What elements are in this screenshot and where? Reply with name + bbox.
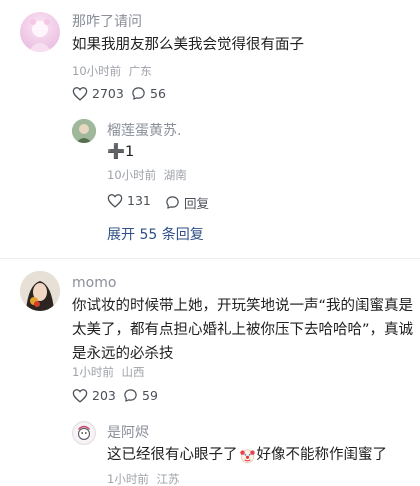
avatar-image [73,422,95,444]
like-button[interactable]: 203 [72,388,116,403]
avatar[interactable] [72,421,96,445]
comment-text-line: 太美了，都有点担心婚礼上被你压下去哈哈哈”，真诚 [72,322,414,338]
like-button[interactable]: 131 [107,193,151,208]
reply-text-part: 这已经很有心眼子了 [107,447,238,463]
comment-time: 1小时前 [72,365,114,379]
heart-icon [107,194,123,208]
reply-username[interactable]: 是阿烬 [107,424,149,442]
reply-location: 湖南 [163,168,187,182]
reply-count: 59 [142,388,158,403]
reply-meta: 10小时前 湖南 [107,168,187,182]
comment-location: 广东 [128,64,152,78]
comment-location: 山西 [121,365,145,379]
reply-location: 江苏 [156,472,180,486]
clown-emoji-icon [239,447,256,464]
avatar-image [72,119,96,143]
reply-count: 56 [150,86,166,101]
comment-username[interactable]: momo [72,274,116,292]
comment-username[interactable]: 那咋了请问 [72,13,142,31]
divider [0,258,420,259]
comment-text: 你试妆的时候带上她，开玩笑地说一声“我的闺蜜真是 太美了，都有点担心婚礼上被你压… [72,294,414,366]
avatar[interactable] [72,119,96,143]
reply-time: 1小时前 [107,472,149,486]
like-count: 203 [92,388,116,403]
comment-meta: 1小时前 山西 [72,365,144,379]
comment-text-line: 你试妆的时候带上她，开玩笑地说一声“我的闺蜜真是 [72,298,414,314]
reply-label: 回复 [184,196,210,211]
comment-bubble-icon [124,389,137,402]
avatar[interactable] [20,12,60,52]
reply-text-part: 好像不能称作闺蜜了 [256,447,388,463]
reply-text: ➕1 [107,144,135,160]
avatar[interactable] [20,271,60,311]
avatar-image [28,19,52,52]
like-count: 2703 [92,86,124,101]
reply-button[interactable]: 回复 [165,193,209,212]
expand-replies-link[interactable]: 展开 55 条回复 [107,224,204,244]
comment-time: 10小时前 [72,64,122,78]
heart-icon [72,389,88,403]
comment-text-line: 是永远的必杀技 [72,346,174,362]
comment-bubble-icon [132,87,145,100]
reply-button[interactable]: 56 [131,86,166,101]
reply-time: 10小时前 [107,168,157,182]
like-button[interactable]: 2703 [72,86,124,101]
reply-meta: 1小时前 江苏 [107,472,179,486]
comment-text: 如果我朋友那么美我会觉得很有面子 [72,37,304,53]
reply-button[interactable]: 59 [123,388,158,403]
comment-meta: 10小时前 广东 [72,64,152,78]
heart-icon [72,87,88,101]
avatar-image [20,271,60,311]
like-count: 131 [127,193,151,208]
comment-bubble-icon [166,196,179,209]
reply-text: 这已经很有心眼子了 好像不能称作闺蜜了 [107,443,387,467]
reply-username[interactable]: 榴莲蛋黄苏. [107,122,181,140]
